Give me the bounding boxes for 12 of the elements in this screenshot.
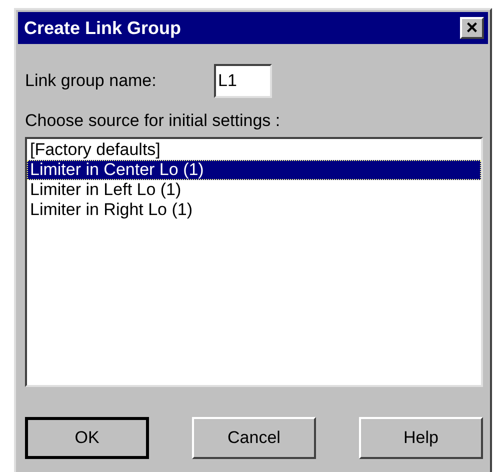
name-label: Link group name: bbox=[25, 70, 158, 92]
dialog-button[interactable]: Cancel bbox=[192, 416, 316, 458]
name-field[interactable]: L1 bbox=[214, 64, 272, 98]
source-label: Choose source for initial settings : bbox=[24, 110, 282, 132]
list-item[interactable]: Limiter in Center Lo (1) bbox=[27, 160, 481, 180]
close-button[interactable]: × bbox=[460, 17, 484, 39]
list-item[interactable]: Limiter in Right Lo (1) bbox=[27, 200, 481, 220]
list-item[interactable]: Limiter in Left Lo (1) bbox=[27, 180, 481, 200]
dialog-button[interactable]: Help bbox=[359, 416, 483, 458]
dialog-button[interactable]: OK bbox=[25, 416, 149, 458]
window-title: Create Link Group bbox=[24, 16, 182, 40]
list-item[interactable]: [Factory defaults] bbox=[27, 140, 481, 160]
